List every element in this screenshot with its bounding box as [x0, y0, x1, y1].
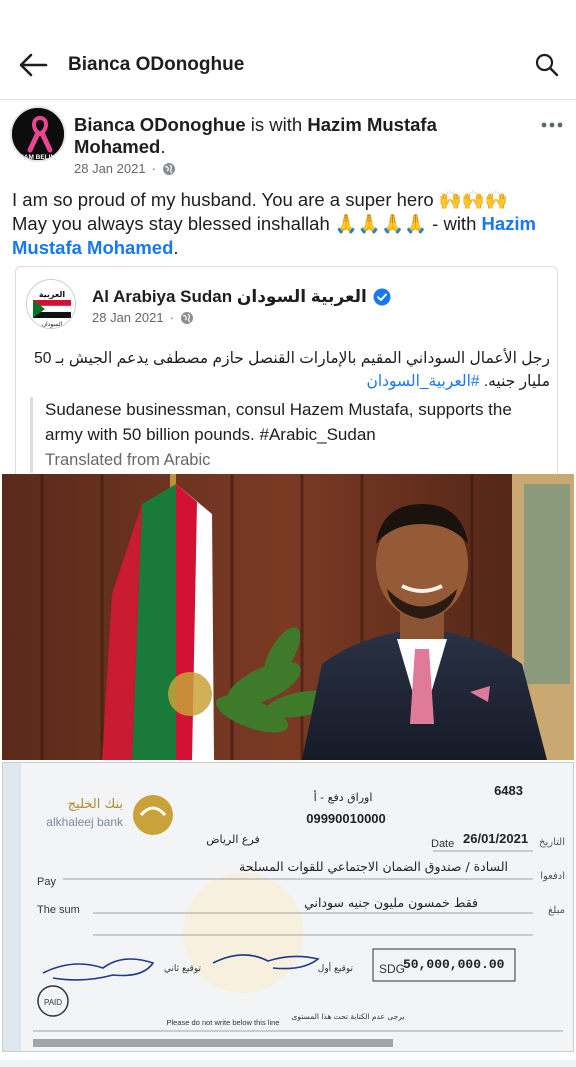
first-signature-label: توقيع أول — [318, 962, 354, 974]
search-icon[interactable] — [534, 52, 560, 78]
cheque-image: بنك الخليج alkhaleej bank 6483 اوراق دفع… — [3, 763, 573, 1051]
bank-logo — [133, 795, 173, 835]
back-arrow-icon[interactable] — [18, 52, 48, 78]
account-number: 09990010000 — [306, 811, 386, 826]
post-meta: 28 Jan 2021 · — [74, 161, 176, 176]
bank-name-ar: بنك الخليج — [68, 797, 123, 812]
arabic-post-text: رجل الأعمال السوداني المقيم بالإمارات ال… — [34, 350, 550, 390]
app-header: Bianca ODonoghue — [0, 30, 576, 100]
svg-text:السودان: السودان — [42, 321, 63, 328]
verified-badge-icon — [373, 288, 391, 306]
page-avatar[interactable]: العربية السودان — [26, 279, 76, 329]
author-avatar[interactable]: TEAM BELINDA — [10, 106, 66, 162]
shared-meta: 28 Jan 2021 · — [92, 310, 194, 325]
portrait-image — [2, 474, 574, 760]
date-label: Date — [431, 838, 454, 850]
author-name[interactable]: Bianca ODonoghue — [74, 114, 246, 135]
post-header: TEAM BELINDA Bianca ODonoghue is with Ha… — [10, 106, 566, 180]
post-body: I am so proud of my husband. You are a s… — [12, 188, 564, 260]
svg-text:العربية: العربية — [39, 290, 66, 299]
payee: السادة / صندوق الضمان الاجتماعي للقوات ا… — [239, 859, 508, 875]
translation-block: Sudanese businessman, consul Hazem Musta… — [30, 397, 550, 473]
amount: 50,000,000.00 — [403, 957, 505, 972]
svg-text:TEAM BELINDA: TEAM BELINDA — [15, 154, 64, 161]
pay-label: Pay — [37, 876, 56, 888]
doc-type: اوراق دفع - أ — [314, 790, 373, 804]
second-signature-label: توقيع ثاني — [164, 964, 202, 974]
meta-separator: · — [151, 161, 156, 176]
bank-name-en: alkhaleej bank — [46, 815, 124, 829]
pay-label-ar: ادفعوا — [540, 871, 565, 882]
pink-ribbon-icon: TEAM BELINDA — [12, 108, 64, 161]
post-text-line-1: I am so proud of my husband. You are a s… — [12, 189, 508, 210]
shared-post[interactable]: العربية السودان Al Arabiya Sudan العربية… — [15, 266, 558, 476]
post-photo-portrait[interactable] — [2, 474, 574, 760]
feed-divider — [0, 1060, 576, 1067]
more-options-icon[interactable] — [540, 120, 564, 130]
sum-words: فقط خمسون مليون جنيه سوداني — [304, 895, 478, 911]
globe-icon — [162, 162, 175, 175]
al-arabiya-logo: العربية السودان — [27, 280, 75, 328]
date-label-ar: التاريخ — [539, 837, 565, 848]
footer-note-en: Please do not write below this line — [167, 1018, 280, 1027]
sum-label: The sum — [37, 904, 80, 916]
svg-text:PAID: PAID — [44, 998, 62, 1007]
with-text: is with — [250, 114, 303, 135]
post-photo-cheque[interactable]: بنك الخليج alkhaleej bank 6483 اوراق دفع… — [2, 762, 574, 1052]
translated-from-label[interactable]: Translated from Arabic — [45, 448, 550, 473]
translated-text: Sudanese businessman, consul Hazem Musta… — [45, 400, 512, 444]
meta-separator: · — [169, 310, 174, 325]
arabic-hashtag[interactable]: #العربية_السودان — [366, 373, 479, 390]
post-author-line: Bianca ODonoghue is with Hazim Mustafa M… — [74, 114, 437, 157]
page-title: Bianca ODonoghue — [68, 54, 245, 75]
shared-date[interactable]: 28 Jan 2021 — [92, 310, 164, 325]
cheque-number: 6483 — [494, 783, 523, 798]
post-text-line-2: May you always stay blessed inshallah 🙏🙏… — [12, 213, 537, 258]
page-name-row: Al Arabiya Sudan العربية السودان — [92, 287, 391, 307]
branch-name: فرع الرياض — [206, 833, 260, 846]
sum-label-ar: مبلغ — [548, 905, 565, 916]
cheque-date: 26/01/2021 — [463, 831, 528, 846]
globe-icon — [180, 311, 193, 324]
page-name[interactable]: Al Arabiya Sudan العربية السودان — [92, 287, 367, 307]
post-date[interactable]: 28 Jan 2021 — [74, 161, 146, 176]
footer-note-ar: يرجى عدم الكتابة تحت هذا المستوى — [292, 1012, 405, 1021]
currency: SDG — [379, 962, 405, 976]
